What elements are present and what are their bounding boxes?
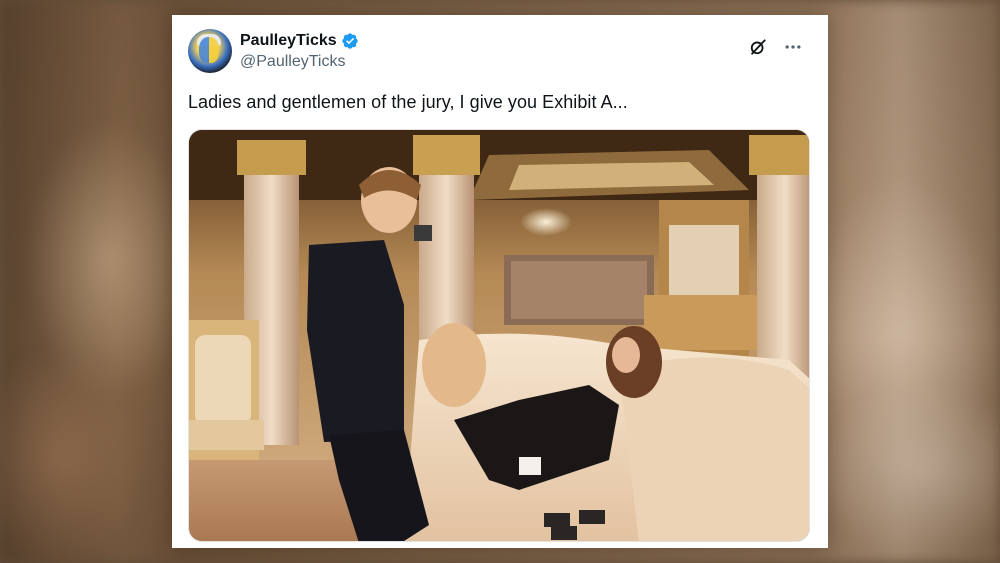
author-handle[interactable]: @PaulleyTicks [240, 53, 359, 71]
display-name[interactable]: PaulleyTicks [240, 32, 337, 50]
photo-scene [189, 130, 809, 541]
more-options-icon[interactable] [782, 37, 804, 57]
tweet-card: PaulleyTicks @PaulleyTicks Ladies and ge… [172, 15, 828, 548]
tweet-text: Ladies and gentlemen of the jury, I give… [188, 92, 628, 112]
display-name-row: PaulleyTicks [240, 31, 359, 51]
grok-icon[interactable] [748, 37, 768, 57]
author-names: PaulleyTicks @PaulleyTicks [240, 31, 359, 71]
tweet-photo[interactable] [188, 129, 810, 542]
avatar[interactable] [188, 29, 232, 73]
verified-badge-icon [341, 33, 358, 49]
avatar-face [199, 37, 219, 63]
tweet-header: PaulleyTicks @PaulleyTicks [188, 29, 812, 77]
